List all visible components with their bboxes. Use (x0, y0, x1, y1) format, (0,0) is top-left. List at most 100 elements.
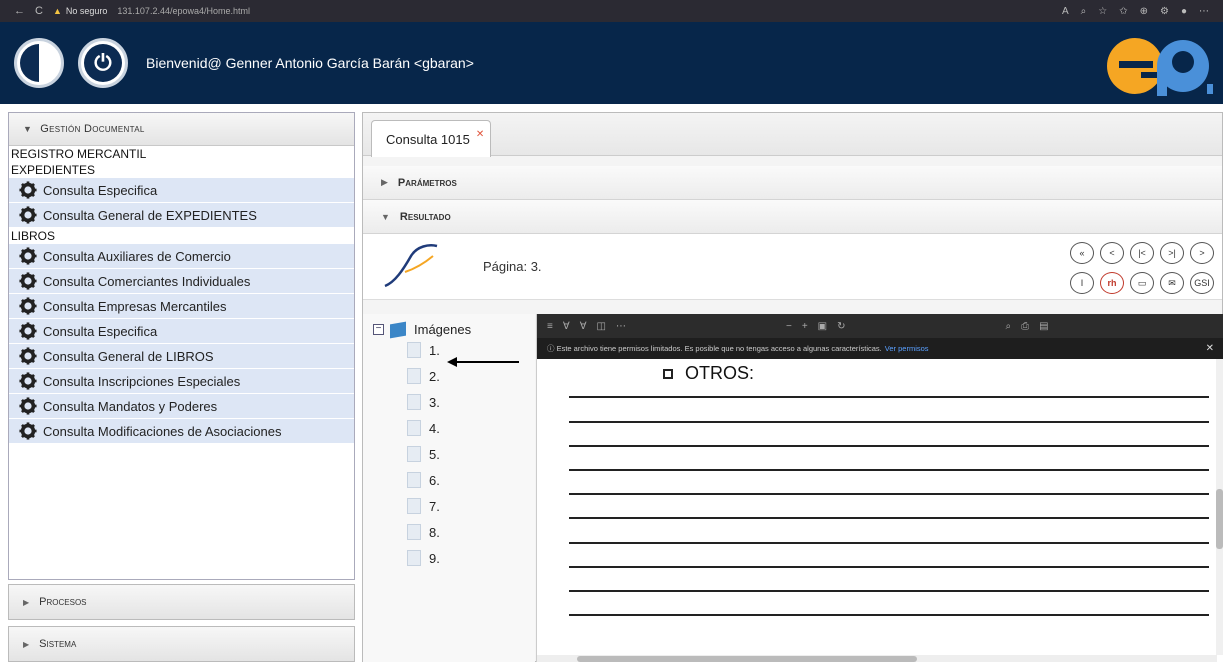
rotate-icon[interactable]: ↻ (837, 321, 845, 332)
sidebar-section-header[interactable]: ▼ Gestión Documental (9, 113, 354, 146)
menu-item-libros[interactable]: Consulta General de LIBROS (9, 344, 354, 369)
tree-item-image[interactable]: 4. (407, 415, 535, 441)
theme-toggle-button[interactable] (14, 38, 64, 88)
document-viewer[interactable]: ≡ ∀ ∀ ◫ ⋯ − + ▣ ↻ ⌕ ⎙ ▤ ⓘ Este archivo t… (536, 314, 1223, 662)
tree-item-image[interactable]: 5. (407, 441, 535, 467)
horizontal-scrollbar[interactable] (537, 655, 1217, 662)
section-parametros[interactable]: ▶ Parámetros (363, 166, 1222, 200)
zoom-in-icon[interactable]: + (802, 321, 808, 332)
tree-items: 1. 2. 3. 4. 5. 6. 7. 8. 9. (363, 337, 535, 571)
extensions-icon[interactable]: ⚙ (1160, 6, 1169, 17)
form-line (569, 590, 1209, 592)
tree-item-label: 3. (429, 394, 440, 410)
gear-icon (19, 206, 37, 224)
section-resultado[interactable]: ▼ Resultado (363, 200, 1222, 234)
menu-item-libros[interactable]: Consulta Modificaciones de Asociaciones (9, 419, 354, 444)
form-line (569, 614, 1209, 616)
search-icon[interactable]: ⌕ (1006, 321, 1012, 332)
more-icon[interactable]: ⋯ (1199, 6, 1209, 17)
menu-item-label: Consulta Mandatos y Poderes (43, 398, 218, 414)
vertical-scrollbar[interactable] (1216, 359, 1223, 655)
jump-end-button[interactable]: >| (1160, 242, 1184, 264)
view-button[interactable]: ▭ (1130, 272, 1154, 294)
menu-item-expedientes-consulta-general[interactable]: Consulta General de EXPEDIENTES (9, 203, 354, 228)
page-icon (407, 446, 421, 462)
read-aloud-icon[interactable]: A (1062, 6, 1069, 17)
menu-item-libros[interactable]: Consulta Inscripciones Especiales (9, 369, 354, 394)
page-icon (407, 394, 421, 410)
browser-actions: A ⌕ ☆ ✩ ⊕ ⚙ ● ⋯ (1062, 6, 1209, 17)
tree-item-image[interactable]: 8. (407, 519, 535, 545)
favorites-icon[interactable]: ✩ (1119, 6, 1127, 17)
form-line (569, 517, 1209, 519)
tab-consulta[interactable]: Consulta 1015 ✕ (371, 120, 491, 157)
menu-item-libros[interactable]: Consulta Empresas Mercantiles (9, 294, 354, 319)
sidebar-section-procesos[interactable]: ▶ Procesos (8, 584, 355, 620)
sidebar: ▼ Gestión Documental REGISTRO MERCANTIL … (8, 112, 355, 580)
draw-icon[interactable]: ∀ (580, 321, 587, 332)
print-icon[interactable]: ⎙ (1021, 321, 1029, 332)
fit-icon[interactable]: ▣ (818, 321, 827, 332)
tree-item-label: 2. (429, 368, 440, 384)
collapse-icon[interactable]: − (373, 324, 384, 335)
group-registro: REGISTRO MERCANTIL (11, 147, 147, 161)
form-line (569, 445, 1209, 447)
form-line (569, 421, 1209, 423)
view-icon[interactable]: ◫ (597, 321, 606, 332)
reload-icon[interactable]: C (35, 5, 43, 17)
security-label[interactable]: No seguro (66, 6, 108, 16)
sidebar-section-sistema[interactable]: ▶ Sistema (8, 626, 355, 662)
menu-item-libros[interactable]: Consulta Comerciantes Individuales (9, 269, 354, 294)
viewer-toolbar: ≡ ∀ ∀ ◫ ⋯ − + ▣ ↻ ⌕ ⎙ ▤ (537, 314, 1223, 338)
zoom-icon[interactable]: ⌕ (1081, 6, 1087, 17)
action-buttons: I rh ▭ ✉ GSI (1070, 272, 1214, 294)
menu-item-label: Consulta Comerciantes Individuales (43, 273, 251, 289)
menu-item-expedientes-consulta-especifica[interactable]: Consulta Especifica (9, 178, 354, 203)
menu-item-label: Consulta Empresas Mercantiles (43, 298, 227, 314)
email-button[interactable]: ✉ (1160, 272, 1184, 294)
save-icon[interactable]: ▤ (1039, 321, 1048, 332)
menu-item-label: Consulta Especifica (43, 182, 158, 198)
tree-item-image[interactable]: 3. (407, 389, 535, 415)
tree-item-label: 7. (429, 498, 440, 514)
tree-item-image[interactable]: 9. (407, 545, 535, 571)
tree-item-image[interactable]: 7. (407, 493, 535, 519)
highlight-icon[interactable]: ∀ (563, 321, 570, 332)
page-navigation: « < |< >| > (1070, 242, 1214, 264)
next-page-button[interactable]: > (1190, 242, 1214, 264)
jump-start-button[interactable]: |< (1130, 242, 1154, 264)
info-button[interactable]: I (1070, 272, 1094, 294)
menu-item-label: Consulta Auxiliares de Comercio (43, 248, 231, 264)
first-page-button[interactable]: « (1070, 242, 1094, 264)
triangle-down-icon: ▼ (23, 124, 33, 134)
permissions-link[interactable]: Ver permisos (885, 344, 929, 353)
menu-item-libros[interactable]: Consulta Especifica (9, 319, 354, 344)
collections-icon[interactable]: ⊕ (1140, 6, 1148, 17)
menu-icon[interactable]: ≡ (547, 321, 553, 332)
form-line (569, 566, 1209, 568)
tree-item-label: 8. (429, 524, 440, 540)
previous-page-button[interactable]: < (1100, 242, 1124, 264)
close-icon[interactable]: ✕ (476, 129, 484, 140)
close-icon[interactable]: ✕ (1206, 343, 1214, 354)
menu-item-libros[interactable]: Consulta Auxiliares de Comercio (9, 244, 354, 269)
tree-root-imagenes[interactable]: − Imágenes (373, 321, 535, 338)
more-icon[interactable]: ⋯ (616, 321, 626, 332)
scroll-thumb[interactable] (577, 656, 917, 662)
profile-icon[interactable]: ● (1181, 6, 1187, 17)
gsi-button[interactable]: GSI (1190, 272, 1214, 294)
rh-button[interactable]: rh (1100, 272, 1124, 294)
back-icon[interactable]: ← (14, 5, 25, 17)
form-line (569, 542, 1209, 544)
form-line (569, 396, 1209, 398)
gear-icon (19, 181, 37, 199)
tree-item-label: 4. (429, 420, 440, 436)
zoom-out-icon[interactable]: − (786, 321, 792, 332)
page-icon (407, 550, 421, 566)
tree-item-image[interactable]: 6. (407, 467, 535, 493)
scroll-thumb[interactable] (1216, 489, 1223, 549)
logout-button[interactable]: ⏻ (78, 38, 128, 88)
menu-item-libros[interactable]: Consulta Mandatos y Poderes (9, 394, 354, 419)
favorite-icon[interactable]: ☆ (1098, 6, 1107, 17)
address-bar[interactable]: 131.107.2.44/epowa4/Home.html (117, 6, 250, 16)
